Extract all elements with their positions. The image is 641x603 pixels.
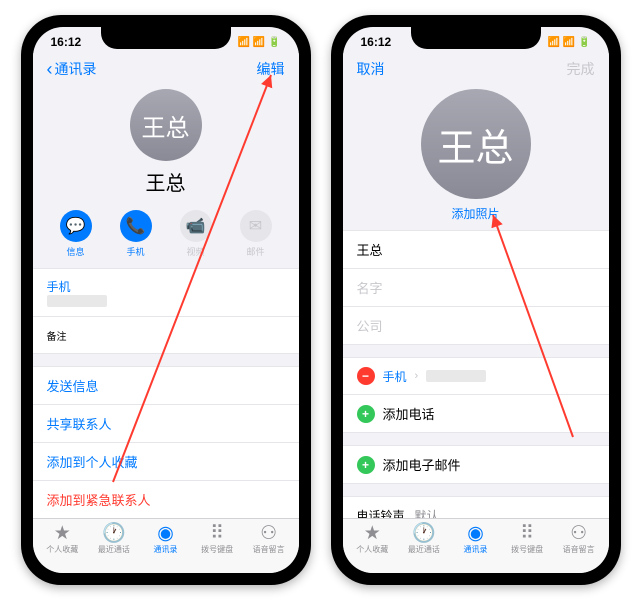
action-call[interactable]: 📞手机 [120,210,152,258]
add-icon: + [357,405,375,423]
phone-row[interactable]: 手机 [33,269,299,317]
voicemail-icon: ⚇ [260,524,277,543]
status-time: 16:12 [361,35,392,49]
lastname-field[interactable]: 王总 [343,231,609,269]
ringtone-row[interactable]: 电话铃声默认 [343,497,609,518]
avatar-section: 王总 王总 [33,85,299,204]
tab-contacts[interactable]: ◉通讯录 [450,524,502,555]
notch [411,27,541,49]
tab-bar: ★个人收藏 🕐最近通话 ◉通讯录 ⠿拨号键盘 ⚇语音留言 [343,518,609,573]
screen-right: 16:12 📶 📶 🔋 取消 完成 王总 添加照片 王总 名字 公司 −手机› … [343,27,609,573]
email-edit-section: +添加电子邮件 [343,445,609,484]
links-section: 发送信息 共享联系人 添加到个人收藏 添加到紧急联系人 [33,366,299,518]
phone-section: 手机 备注 [33,268,299,354]
phone-right: 16:12 📶 📶 🔋 取消 完成 王总 添加照片 王总 名字 公司 −手机› … [331,15,621,585]
star-icon: ★ [54,524,71,543]
status-time: 16:12 [51,35,82,49]
nav-bar: 取消 完成 [343,53,609,85]
keypad-icon: ⠿ [520,524,534,543]
back-button[interactable]: ‹通讯录 [47,59,97,79]
phone-edit-section: −手机› +添加电话 [343,357,609,433]
nav-bar: ‹通讯录 编辑 [33,53,299,85]
notch [101,27,231,49]
phone-number-redacted [47,295,107,307]
tab-favorites[interactable]: ★个人收藏 [347,524,399,555]
star-icon: ★ [364,524,381,543]
add-emergency-link[interactable]: 添加到紧急联系人 [33,481,299,518]
clock-icon: 🕐 [102,524,126,543]
mail-icon: ✉ [240,210,272,242]
action-row: 💬信息 📞手机 📹视频 ✉邮件 [33,204,299,268]
tab-bar: ★个人收藏 🕐最近通话 ◉通讯录 ⠿拨号键盘 ⚇语音留言 [33,518,299,573]
contact-name: 王总 [33,167,299,196]
cancel-button[interactable]: 取消 [357,59,385,79]
remark-row[interactable]: 备注 [33,317,299,353]
firstname-field[interactable]: 名字 [343,269,609,307]
add-photo-link[interactable]: 添加照片 [343,205,609,222]
add-icon: + [357,456,375,474]
name-fields: 王总 名字 公司 [343,230,609,345]
contact-icon: ◉ [467,524,484,543]
chevron-left-icon: ‹ [47,60,53,78]
chevron-right-icon: › [415,370,419,382]
video-icon: 📹 [180,210,212,242]
share-contact-link[interactable]: 共享联系人 [33,405,299,443]
company-field[interactable]: 公司 [343,307,609,344]
contact-icon: ◉ [157,524,174,543]
remove-icon[interactable]: − [357,367,375,385]
status-indicators: 📶 📶 🔋 [238,37,281,48]
action-message[interactable]: 💬信息 [60,210,92,258]
content: 王总 添加照片 王总 名字 公司 −手机› +添加电话 +添加电子邮件 电话铃声… [343,85,609,518]
tab-voicemail[interactable]: ⚇语音留言 [243,524,295,555]
clock-icon: 🕐 [412,524,436,543]
tab-keypad[interactable]: ⠿拨号键盘 [501,524,553,555]
voicemail-icon: ⚇ [570,524,587,543]
add-favorite-link[interactable]: 添加到个人收藏 [33,443,299,481]
send-message-link[interactable]: 发送信息 [33,367,299,405]
avatar-section: 王总 添加照片 [343,85,609,230]
tab-recents[interactable]: 🕐最近通话 [88,524,140,555]
action-video: 📹视频 [180,210,212,258]
phone-number-redacted [426,370,486,382]
tab-keypad[interactable]: ⠿拨号键盘 [191,524,243,555]
add-phone-row[interactable]: +添加电话 [343,395,609,432]
done-button[interactable]: 完成 [567,59,595,79]
action-mail: ✉邮件 [240,210,272,258]
content: 王总 王总 💬信息 📞手机 📹视频 ✉邮件 手机 备注 发送信息 共享联系人 添… [33,85,299,518]
phone-icon: 📞 [120,210,152,242]
avatar[interactable]: 王总 [130,89,202,161]
phone-edit-row[interactable]: −手机› [343,358,609,395]
tab-recents[interactable]: 🕐最近通话 [398,524,450,555]
status-indicators: 📶 📶 🔋 [548,37,591,48]
screen-left: 16:12 📶 📶 🔋 ‹通讯录 编辑 王总 王总 💬信息 📞手机 📹视频 ✉邮… [33,27,299,573]
tab-contacts[interactable]: ◉通讯录 [140,524,192,555]
edit-button[interactable]: 编辑 [257,59,285,79]
message-icon: 💬 [60,210,92,242]
phone-left: 16:12 📶 📶 🔋 ‹通讯录 编辑 王总 王总 💬信息 📞手机 📹视频 ✉邮… [21,15,311,585]
tab-favorites[interactable]: ★个人收藏 [37,524,89,555]
ringtone-section: 电话铃声默认 [343,496,609,518]
add-email-row[interactable]: +添加电子邮件 [343,446,609,483]
keypad-icon: ⠿ [210,524,224,543]
tab-voicemail[interactable]: ⚇语音留言 [553,524,605,555]
avatar[interactable]: 王总 [421,89,531,199]
